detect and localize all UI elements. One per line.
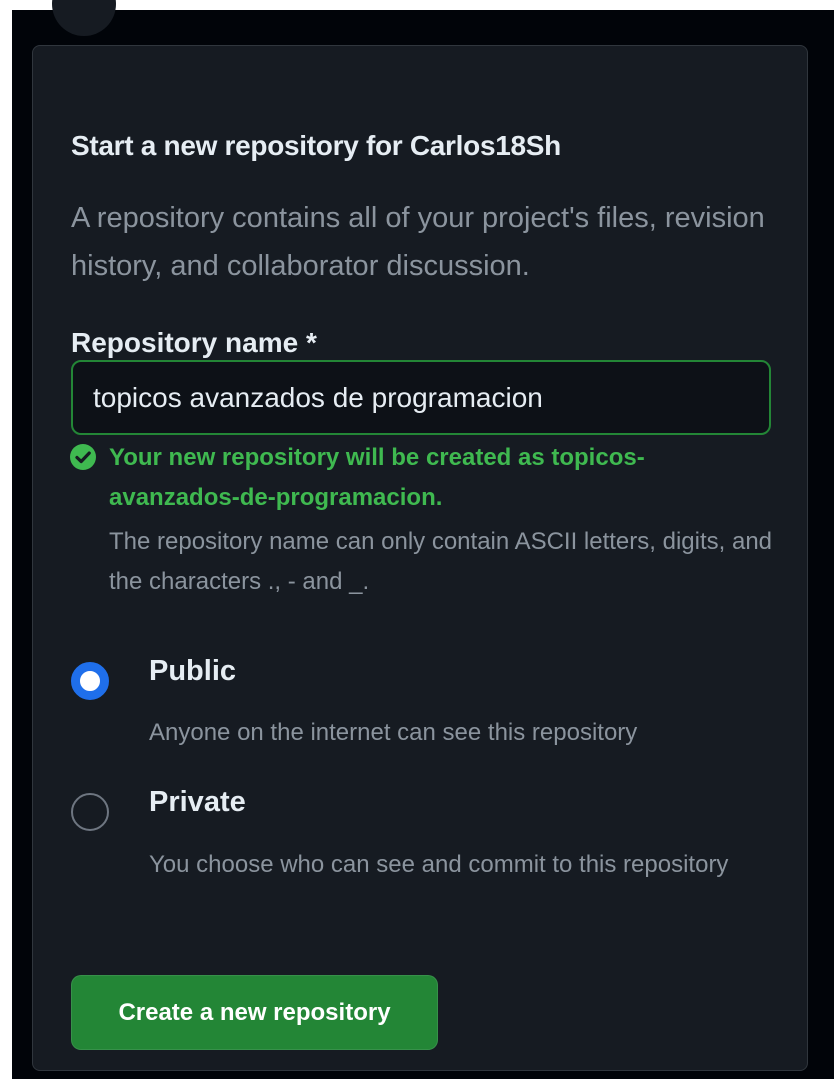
repository-name-input[interactable] (71, 360, 771, 435)
repository-name-hint: The repository name can only contain ASC… (109, 528, 773, 595)
private-radio[interactable] (71, 793, 109, 831)
private-option-description: You choose who can see and commit to thi… (149, 851, 729, 878)
public-option-label[interactable]: Public (149, 655, 236, 688)
private-option-label[interactable]: Private (149, 786, 246, 819)
form-description: A repository contains all of your projec… (71, 202, 765, 282)
check-circle-fill-icon (70, 444, 96, 470)
public-option-description: Anyone on the internet can see this repo… (149, 719, 638, 746)
validation-message: Your new repository will be created as t… (109, 444, 645, 511)
avatar[interactable] (52, 0, 116, 36)
form-title: Start a new repository for Carlos18Sh (71, 130, 561, 161)
create-repository-button[interactable]: Create a new repository (71, 975, 438, 1050)
page-background: Start a new repository for Carlos18Sh A … (12, 0, 834, 1079)
repository-name-label: Repository name * (71, 327, 317, 358)
public-radio[interactable] (71, 662, 109, 700)
new-repository-card: Start a new repository for Carlos18Sh A … (32, 45, 808, 1071)
